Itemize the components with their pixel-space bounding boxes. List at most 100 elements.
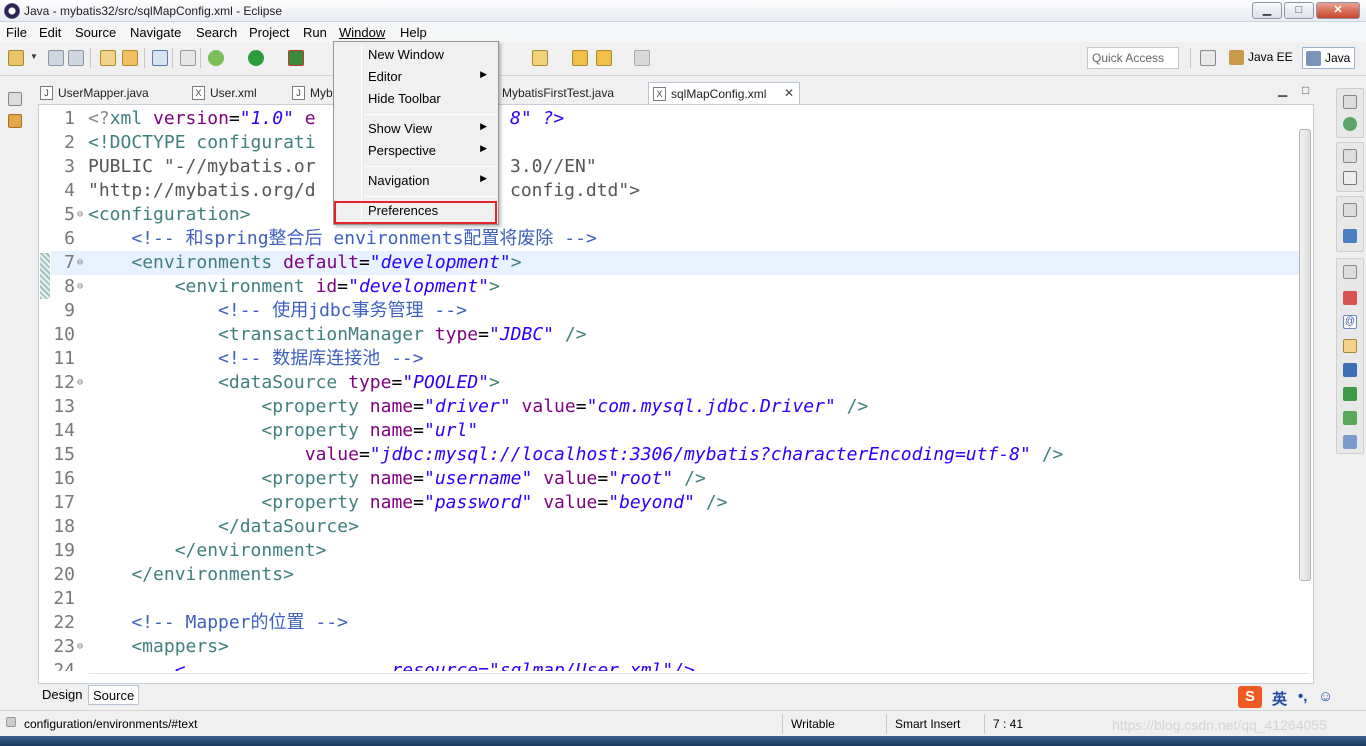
menu-item-editor[interactable]: Editor ▶ xyxy=(335,66,497,88)
console-icon[interactable] xyxy=(152,50,168,66)
new-dropdown-icon[interactable]: ▼ xyxy=(30,52,38,68)
tab-design[interactable]: Design xyxy=(38,685,86,705)
skip-breakpoints-icon[interactable] xyxy=(180,50,196,66)
outline-icon[interactable] xyxy=(1343,171,1357,185)
menu-run[interactable]: Run xyxy=(303,25,327,40)
hierarchy-icon[interactable] xyxy=(1343,229,1357,243)
menu-item-label: Hide Toolbar xyxy=(368,91,441,106)
restore-icon[interactable] xyxy=(1343,95,1357,109)
tab-myb[interactable]: J Myb xyxy=(288,82,333,104)
console-view-icon[interactable] xyxy=(1343,363,1357,377)
menu-item-navigation[interactable]: Navigation ▶ xyxy=(335,170,497,192)
minimize-editor-button[interactable]: ▁ xyxy=(1278,83,1287,97)
open-perspective-icon[interactable] xyxy=(1200,50,1216,66)
forward-icon[interactable] xyxy=(634,50,650,66)
tab-label: User.xml xyxy=(210,86,257,100)
pin-icon[interactable] xyxy=(532,50,548,66)
tab-label: MybatisFirstTest.java xyxy=(502,86,615,100)
status-cursor-position: 7 : 41 xyxy=(993,717,1024,731)
vertical-scrollbar[interactable] xyxy=(1297,109,1311,669)
new-icon[interactable] xyxy=(8,50,24,66)
menu-navigate[interactable]: Navigate xyxy=(130,25,181,40)
build-icon[interactable] xyxy=(100,50,116,66)
code-line: 19 </environment> xyxy=(53,540,327,561)
perspective-java-label: Java xyxy=(1325,51,1351,65)
task-list-icon[interactable] xyxy=(1343,117,1357,131)
title-bar: Java - mybatis32/src/sqlMapConfig.xml - … xyxy=(0,0,1366,22)
menu-item-hide-toolbar[interactable]: Hide Toolbar xyxy=(335,88,497,110)
menu-item-show-view[interactable]: Show View ▶ xyxy=(335,118,497,140)
menu-item-label: New Window xyxy=(368,47,444,62)
horizontal-scrollbar[interactable] xyxy=(89,673,1309,683)
restore-icon[interactable] xyxy=(1343,149,1357,163)
package-explorer-icon[interactable] xyxy=(8,114,22,128)
external-tools-icon[interactable] xyxy=(288,50,304,66)
ime-punctuation[interactable]: •, xyxy=(1298,688,1307,705)
code-line: 22 <!-- Mapper的位置 --> xyxy=(53,612,348,633)
restore-icon[interactable] xyxy=(1343,265,1357,279)
menu-project[interactable]: Project xyxy=(249,25,289,40)
perspective-java[interactable]: Java xyxy=(1302,47,1356,69)
restore-icon[interactable] xyxy=(1343,203,1357,217)
close-tab-icon[interactable]: ✕ xyxy=(784,86,794,100)
tab-usermapper[interactable]: J UserMapper.java xyxy=(36,82,184,104)
declaration-icon[interactable] xyxy=(1343,339,1357,353)
snippets-icon[interactable] xyxy=(1343,435,1357,449)
toolbar-separator xyxy=(1190,48,1191,68)
menu-help[interactable]: Help xyxy=(400,25,427,40)
menu-window[interactable]: Window xyxy=(339,25,385,40)
xml-editor[interactable]: 1 <?xml version="1.0" e 8" ?> 2 <!DOCTYPE c… xyxy=(38,104,1314,684)
menu-item-new-window[interactable]: New Window xyxy=(335,44,497,66)
menu-item-label: Navigation xyxy=(368,173,430,188)
tab-mybatisfirsttest[interactable]: MybatisFirstTest.java xyxy=(482,82,644,104)
scrollbar-thumb[interactable] xyxy=(1299,129,1311,581)
maximize-editor-button[interactable]: □ xyxy=(1302,83,1309,97)
main-toolbar: ▼ Quick Access Java EE Java xyxy=(0,42,1366,76)
menu-search[interactable]: Search xyxy=(196,25,237,40)
status-separator xyxy=(886,714,887,734)
window-title: Java - mybatis32/src/sqlMapConfig.xml - … xyxy=(24,4,283,18)
save-icon[interactable] xyxy=(48,50,64,66)
code-line: 23 ⊖ <mappers> xyxy=(53,636,229,657)
back-icon[interactable] xyxy=(572,50,588,66)
right-trim-group: @ xyxy=(1336,258,1364,454)
menu-edit[interactable]: Edit xyxy=(39,25,61,40)
menu-item-perspective[interactable]: Perspective ▶ xyxy=(335,140,497,162)
code-line-current: 7 ⊖ <environments default="development"> xyxy=(51,251,1301,275)
submenu-arrow-icon: ▶ xyxy=(480,173,487,183)
tab-sqlmapconfig[interactable]: X sqlMapConfig.xml ✕ xyxy=(648,82,800,104)
sogou-logo-icon[interactable]: S xyxy=(1238,686,1262,708)
toolbar-separator xyxy=(172,48,173,68)
ime-emoji-icon[interactable]: ☺ xyxy=(1318,688,1333,705)
restore-icon[interactable] xyxy=(8,92,22,106)
save-all-icon[interactable] xyxy=(68,50,84,66)
servers-icon[interactable] xyxy=(1343,387,1357,401)
menu-item-label: Show View xyxy=(368,121,433,136)
code-line: 3 PUBLIC "-//mybatis.or 3.0//EN" xyxy=(64,156,597,177)
xml-file-icon: X xyxy=(653,87,666,101)
quick-access-input[interactable]: Quick Access xyxy=(1087,47,1179,69)
menu-file[interactable]: File xyxy=(6,25,27,40)
run-icon[interactable] xyxy=(248,50,264,66)
code-line: 13 <property name="driver" value="com.my… xyxy=(53,396,869,417)
maximize-button[interactable]: □ xyxy=(1284,2,1314,19)
ime-language[interactable]: 英 xyxy=(1272,688,1287,709)
menu-source[interactable]: Source xyxy=(75,25,116,40)
data-source-icon[interactable] xyxy=(1343,411,1357,425)
debug-icon[interactable] xyxy=(208,50,224,66)
javadoc-icon[interactable]: @ xyxy=(1343,315,1357,329)
right-trim-group xyxy=(1336,142,1364,192)
tab-source[interactable]: Source xyxy=(88,685,140,705)
tab-user-xml[interactable]: X User.xml xyxy=(188,82,284,104)
minimize-button[interactable]: ▁ xyxy=(1252,2,1282,19)
open-type-icon[interactable] xyxy=(122,50,138,66)
back-history-icon[interactable] xyxy=(596,50,612,66)
close-button[interactable]: ✕ xyxy=(1316,2,1360,19)
code-line: 1 <?xml version="1.0" e 8" ?> xyxy=(64,108,565,129)
right-trim-group xyxy=(1336,88,1364,138)
perspective-javaee[interactable]: Java EE xyxy=(1226,47,1297,69)
toolbar-separator xyxy=(144,48,145,68)
code-line: 20 </environments> xyxy=(53,564,294,585)
problems-icon[interactable] xyxy=(1343,291,1357,305)
eclipse-logo-icon xyxy=(4,3,20,19)
